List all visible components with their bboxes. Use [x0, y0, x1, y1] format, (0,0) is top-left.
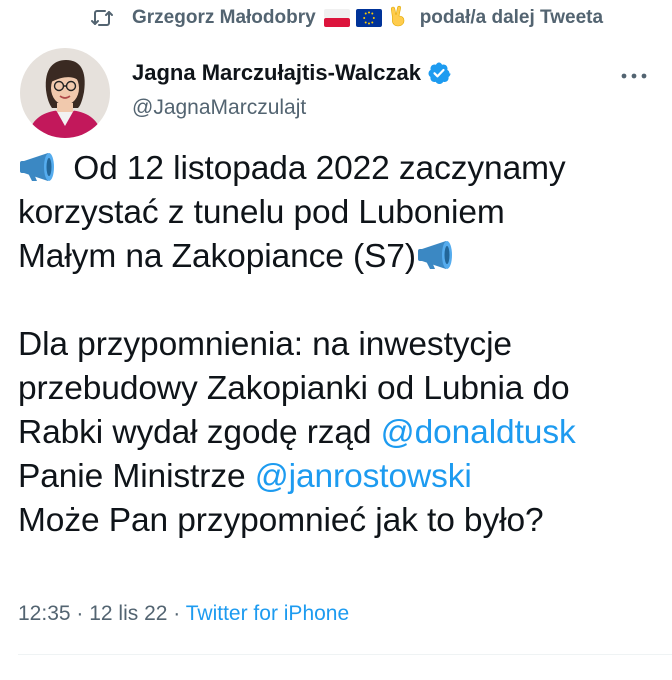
tweet-line-2: korzystać z tunelu pod Luboniem [18, 194, 505, 231]
flag-poland-icon [323, 9, 350, 27]
retweet-action-label: podał/a dalej Tweeta [419, 7, 604, 28]
divider [18, 654, 672, 655]
tweet-line-8: Może Pan przypomnieć jak to było? [18, 502, 544, 539]
megaphone-emoji-icon [416, 239, 462, 271]
mention-donaldtusk-link[interactable]: @donaldtusk [381, 414, 576, 451]
tweet-line-3-text: Małym na Zakopiance (S7) [18, 238, 416, 275]
retweet-header[interactable]: Grzegorz Małodobry podał/a dalej Tweeta [90, 2, 603, 34]
meta-separator: · [167, 602, 186, 625]
author-name[interactable]: Jagna Marczułajtis-Walczak [132, 60, 421, 86]
tweet-source-link[interactable]: Twitter for iPhone [186, 602, 349, 625]
meta-separator: · [70, 602, 90, 625]
more-options-button[interactable] [618, 64, 650, 88]
retweet-icon [90, 6, 114, 30]
retweeter-name[interactable]: Grzegorz Małodobry [132, 7, 316, 29]
avatar[interactable] [20, 48, 110, 138]
tweet-meta: 12:35 · 12 lis 22 · Twitter for iPhone [18, 602, 349, 626]
tweet-line-1-text: Od 12 listopada 2022 zaczynamy [64, 150, 566, 187]
verified-badge-icon [427, 61, 451, 85]
tweet-line-4: Dla przypomnienia: na inwestycje [18, 326, 512, 363]
tweet-line-5: przebudowy Zakopianki od Lubnia do [18, 370, 570, 407]
author-handle[interactable]: @JagnaMarczulajt [132, 96, 451, 120]
tweet-line-7-text: Panie Ministrze [18, 458, 255, 495]
flag-eu-icon [355, 9, 382, 27]
tweet-text: Od 12 listopada 2022 zaczynamy korzystać… [18, 147, 668, 543]
tweet-line-6-text: Rabki wydał zgodę rząd [18, 414, 381, 451]
megaphone-emoji-icon [18, 151, 64, 183]
tweet-line-6: Rabki wydał zgodę rząd @donaldtusk [18, 411, 668, 455]
mention-janrostowski-link[interactable]: @janrostowski [255, 458, 472, 495]
victory-hand-icon [388, 5, 406, 32]
tweet-time[interactable]: 12:35 [18, 602, 71, 625]
more-dots-icon [621, 73, 647, 79]
tweet-line-3: Małym na Zakopiance (S7) [18, 235, 668, 279]
tweet-date[interactable]: 12 lis 22 [89, 602, 167, 625]
author-info[interactable]: Jagna Marczułajtis-Walczak @JagnaMarczul… [132, 60, 451, 120]
tweet-line-7: Panie Ministrze @janrostowski [18, 455, 668, 499]
tweet-line-1: Od 12 listopada 2022 zaczynamy [18, 147, 668, 191]
